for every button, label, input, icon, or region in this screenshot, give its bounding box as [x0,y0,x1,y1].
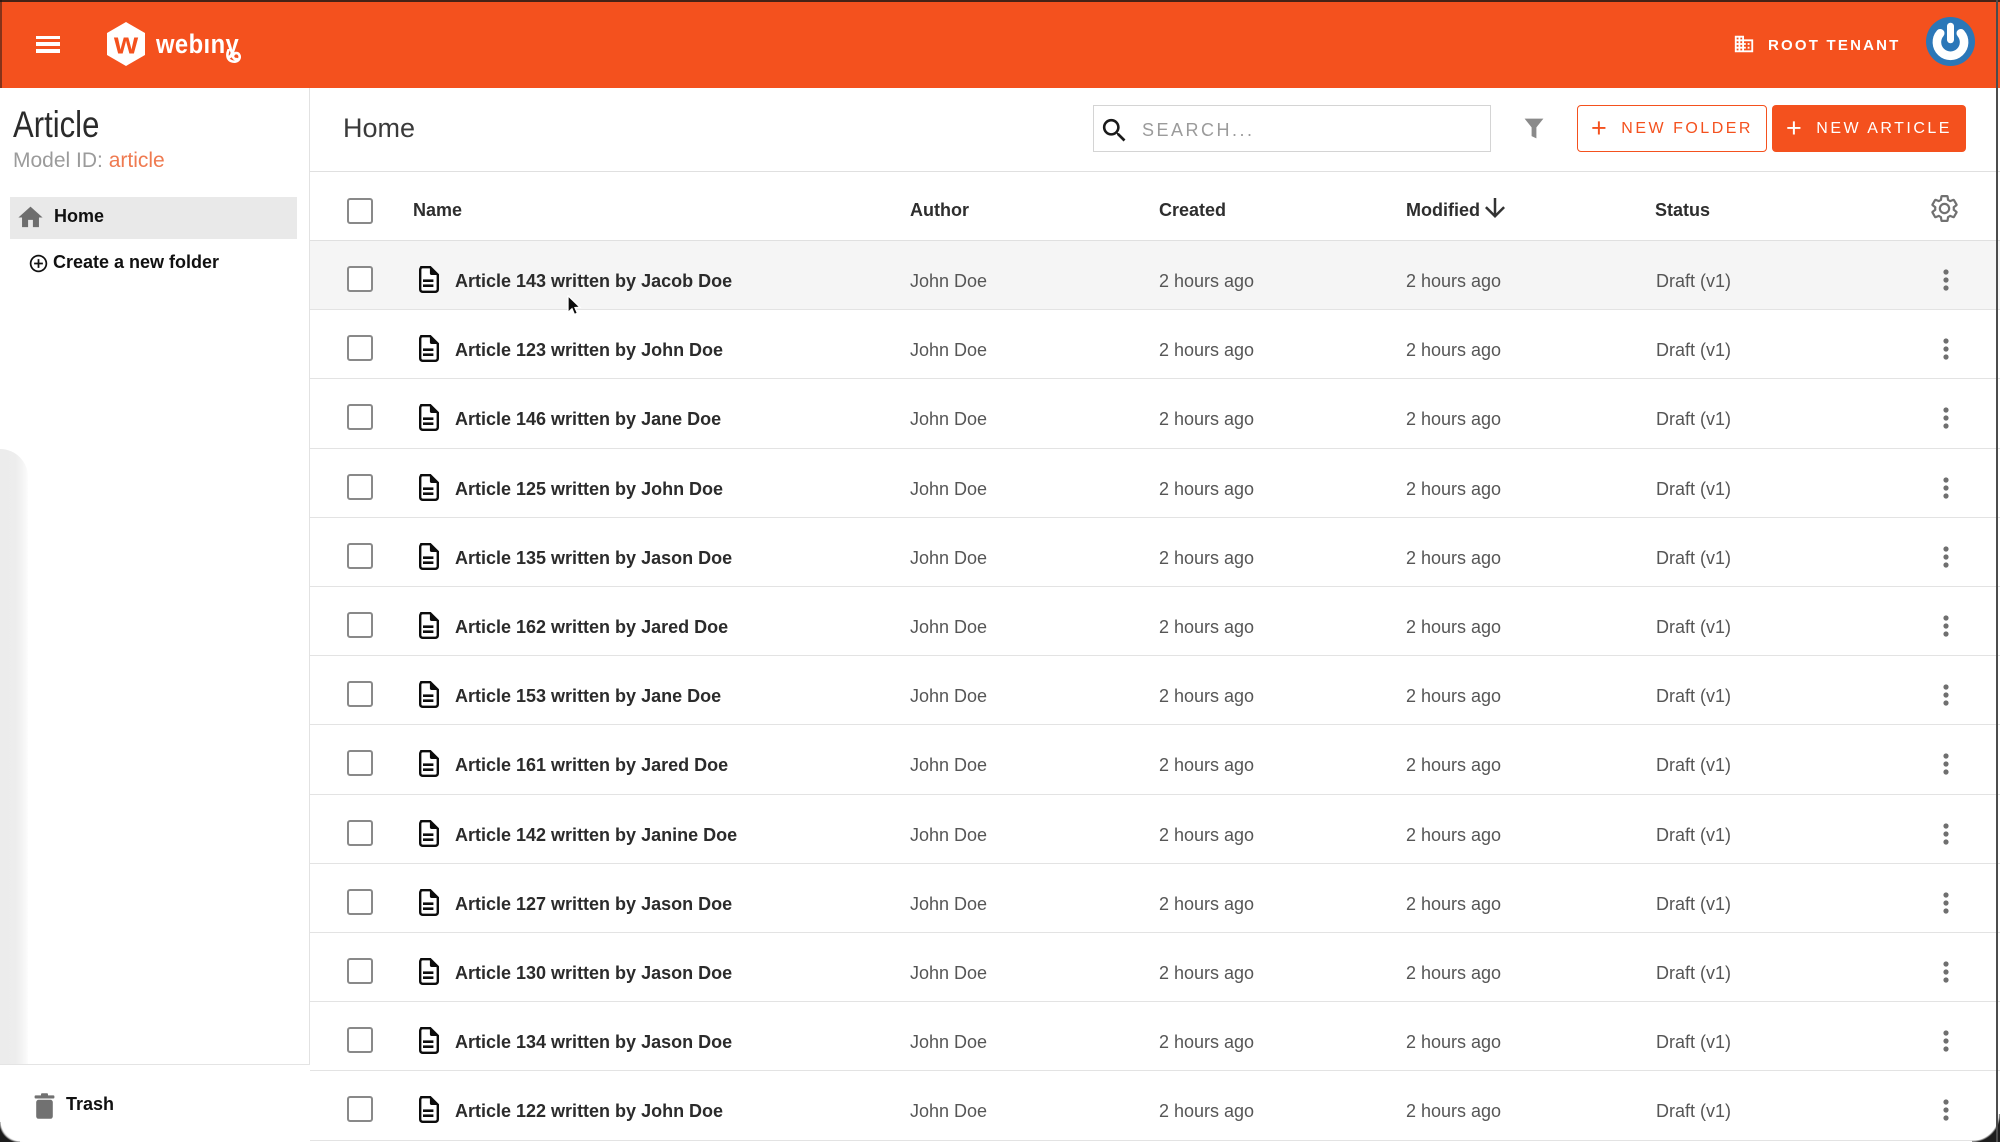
svg-text:w: w [113,26,139,61]
